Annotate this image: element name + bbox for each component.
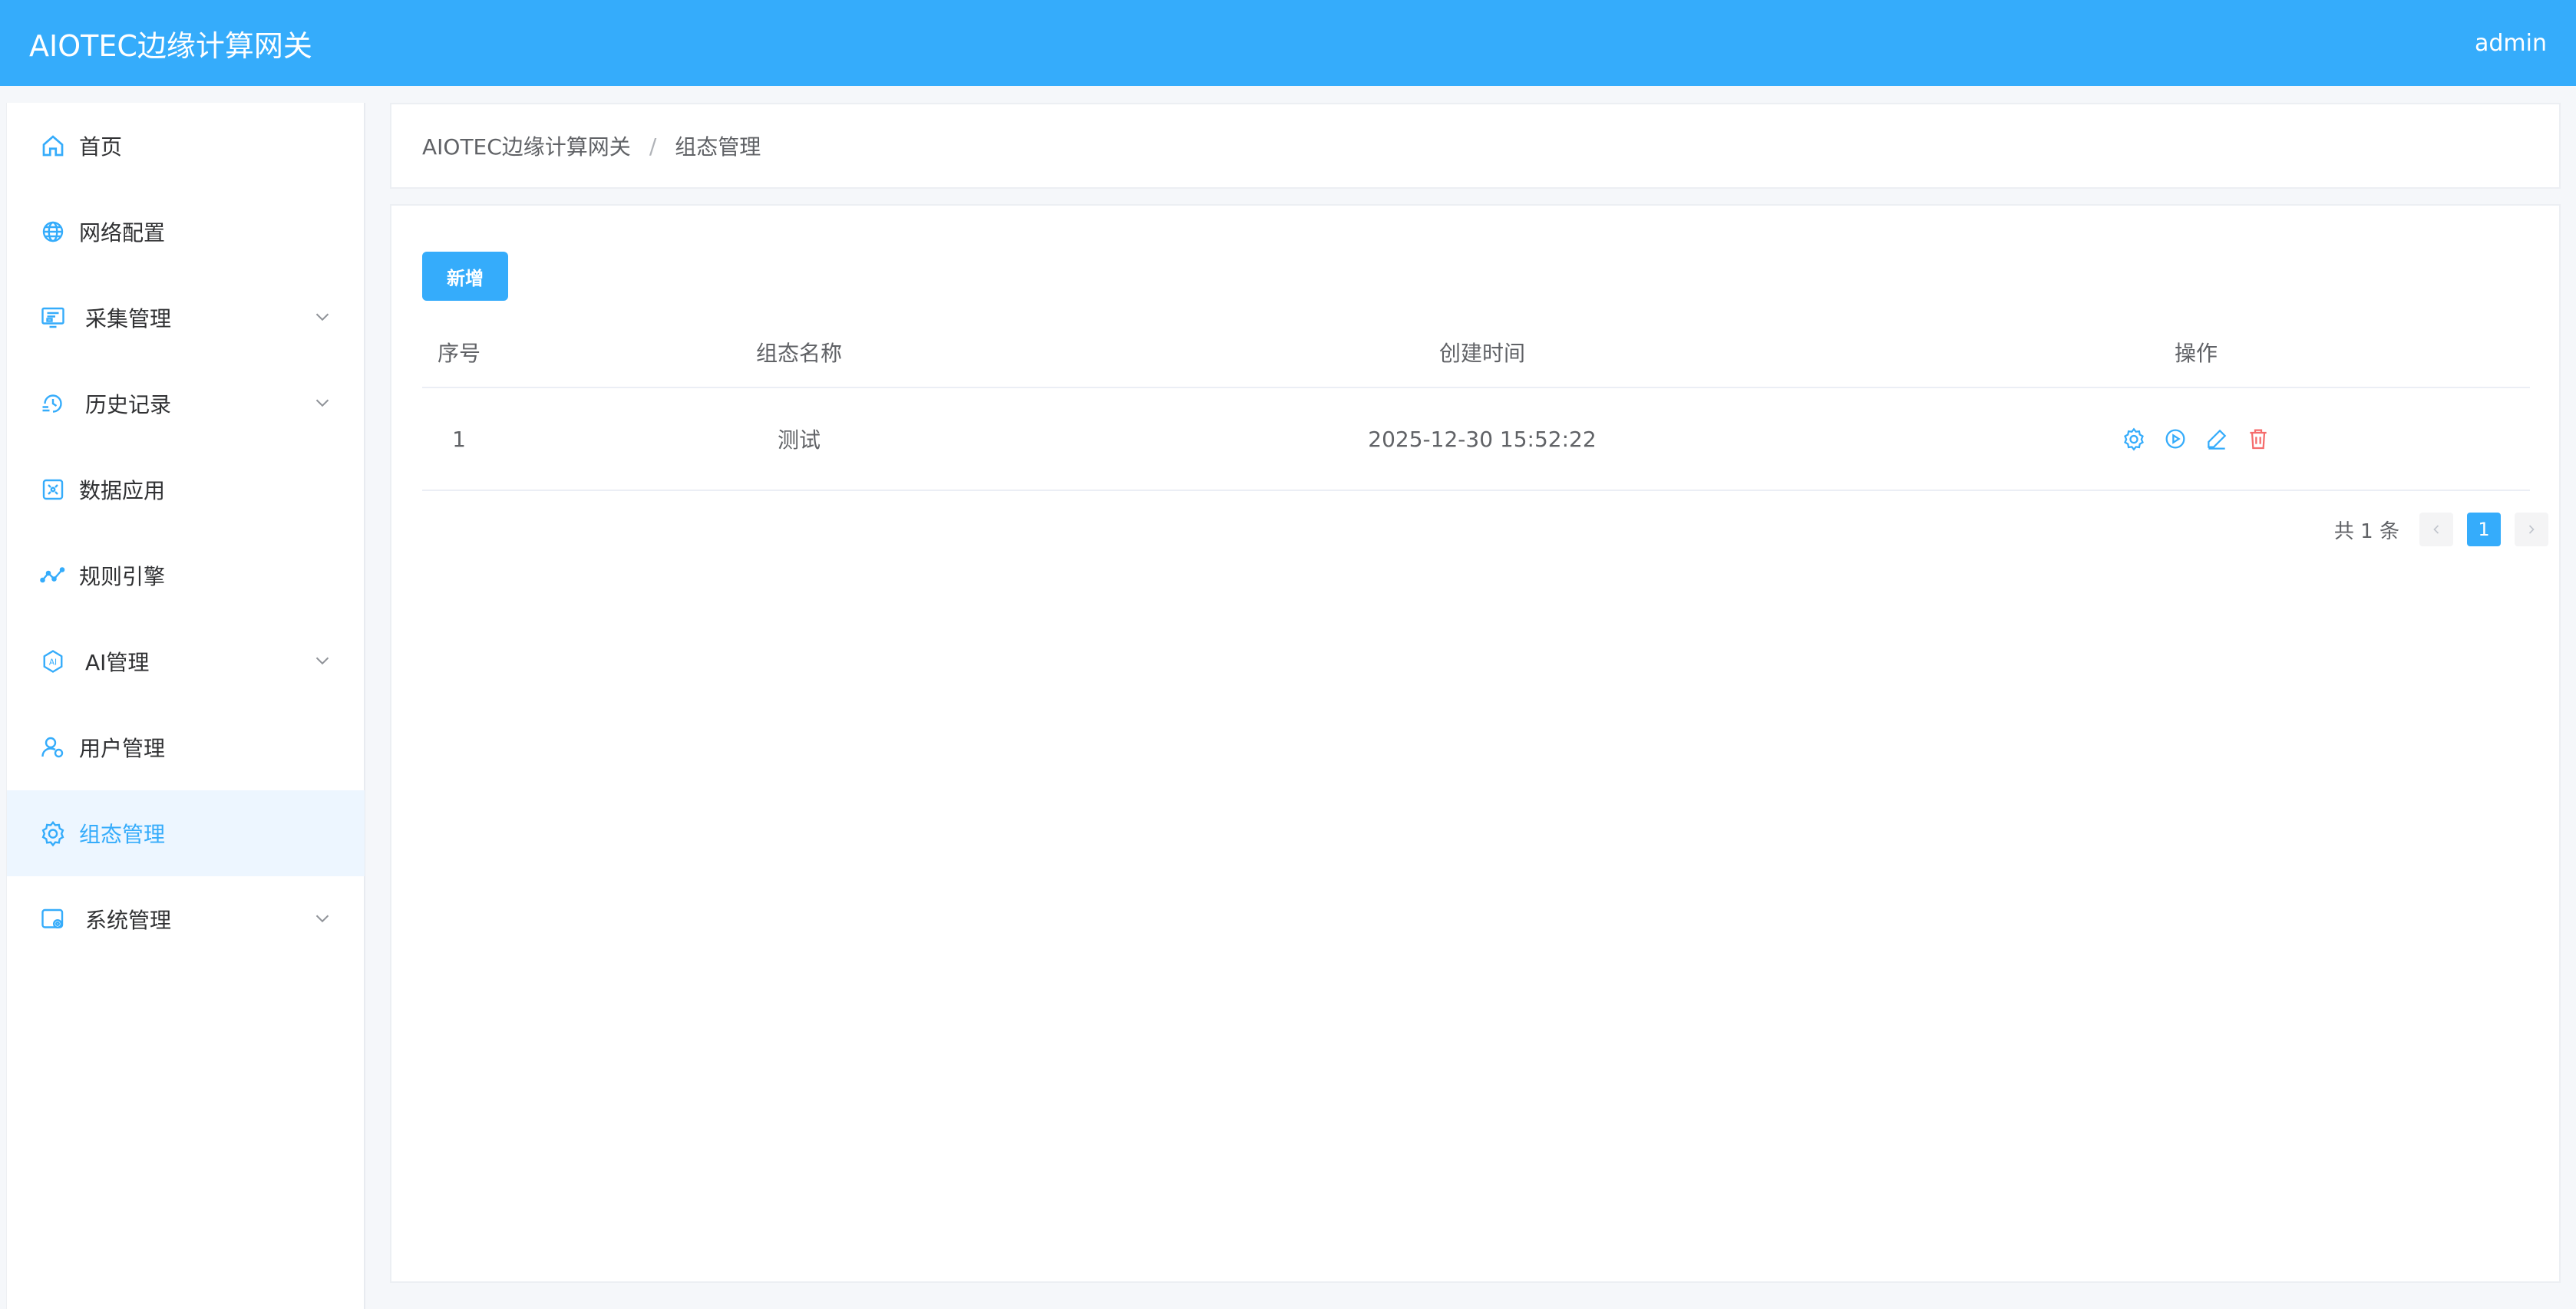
gear-icon [38,818,68,849]
breadcrumb-separator: / [649,133,657,159]
sidebar-item-rule-engine[interactable]: 规则引擎 [7,533,365,618]
sidebar-item-label: 采集管理 [85,306,172,331]
globe-icon [38,216,68,247]
sidebar: 首页 网络配置 采集管理 历史记录 数据应用 规则引擎 AI AI管理 用户管理… [6,103,365,1309]
chevron-down-icon [315,313,329,321]
history-icon [38,388,68,419]
monitor-icon [38,302,68,333]
pagination-total: 共 1 条 [2333,519,2399,543]
column-header-index: 序号 [437,341,481,366]
cell-actions [1862,388,2530,490]
app-title: AIOTEC边缘计算网关 [29,28,312,63]
user-icon [38,732,68,763]
sidebar-item-collection[interactable]: 采集管理 [7,275,365,361]
column-header-name: 组态名称 [755,341,842,366]
sidebar-item-history[interactable]: 历史记录 [7,361,365,447]
user-menu[interactable]: admin [2475,30,2547,57]
sidebar-item-label: 首页 [79,134,123,160]
sidebar-item-label: 规则引擎 [79,564,166,589]
add-button[interactable]: 新增 [422,252,508,301]
sidebar-item-label: 系统管理 [85,908,172,933]
sidebar-item-label: 组态管理 [79,822,166,847]
sidebar-item-configuration[interactable]: 组态管理 [7,790,365,876]
chevron-down-icon [315,657,329,665]
rule-graph-icon [38,560,68,591]
edit-icon[interactable] [2204,427,2229,451]
ai-icon: AI [38,646,68,677]
top-header: AIOTEC边缘计算网关 admin [0,0,2576,86]
column-header-created: 创建时间 [1438,341,1525,366]
page-number-current[interactable]: 1 [2467,513,2501,546]
svg-text:AI: AI [49,658,57,668]
chevron-right-icon [2528,525,2535,534]
sidebar-item-users[interactable]: 用户管理 [7,704,365,790]
sidebar-item-label: 用户管理 [79,736,166,761]
sidebar-item-ai[interactable]: AI AI管理 [7,618,365,704]
chevron-down-icon [315,399,329,407]
breadcrumb-current: 组态管理 [675,134,761,160]
sidebar-item-network[interactable]: 网络配置 [7,189,365,275]
sidebar-item-label: 网络配置 [79,220,166,246]
sidebar-item-system[interactable]: 系统管理 [7,876,365,962]
chevron-left-icon [2433,525,2439,534]
cell-created: 2025-12-30 15:52:22 [1368,426,1597,452]
cell-name: 测试 [777,427,821,453]
prev-page-button[interactable] [2419,513,2453,546]
sidebar-item-label: 数据应用 [79,478,166,503]
next-page-button[interactable] [2515,513,2548,546]
breadcrumb-root[interactable]: AIOTEC边缘计算网关 [422,130,631,161]
data-app-icon [38,474,68,505]
breadcrumb: AIOTEC边缘计算网关 / 组态管理 [390,103,2561,189]
pagination: 共 1 条 1 [2334,513,2548,546]
chevron-down-icon [315,915,329,923]
main-panel: 新增 序号 组态名称 创建时间 操作 1 测试 2025-12-30 15:52… [390,204,2561,1283]
column-header-actions: 操作 [2174,341,2218,366]
config-icon[interactable] [2122,427,2146,451]
play-icon[interactable] [2163,427,2188,451]
configuration-table: 序号 组态名称 创建时间 操作 1 测试 2025-12-30 15:52:22 [422,318,2530,491]
sidebar-item-label: 历史记录 [85,392,172,417]
sidebar-item-home[interactable]: 首页 [7,103,365,189]
system-icon [38,904,68,935]
table-header: 序号 组态名称 创建时间 操作 [422,318,2530,388]
sidebar-item-data-app[interactable]: 数据应用 [7,447,365,533]
home-icon [38,130,68,161]
sidebar-item-label: AI管理 [85,650,150,675]
table-row: 1 测试 2025-12-30 15:52:22 [422,388,2530,491]
delete-icon[interactable] [2246,427,2271,451]
cell-index: 1 [452,426,466,452]
